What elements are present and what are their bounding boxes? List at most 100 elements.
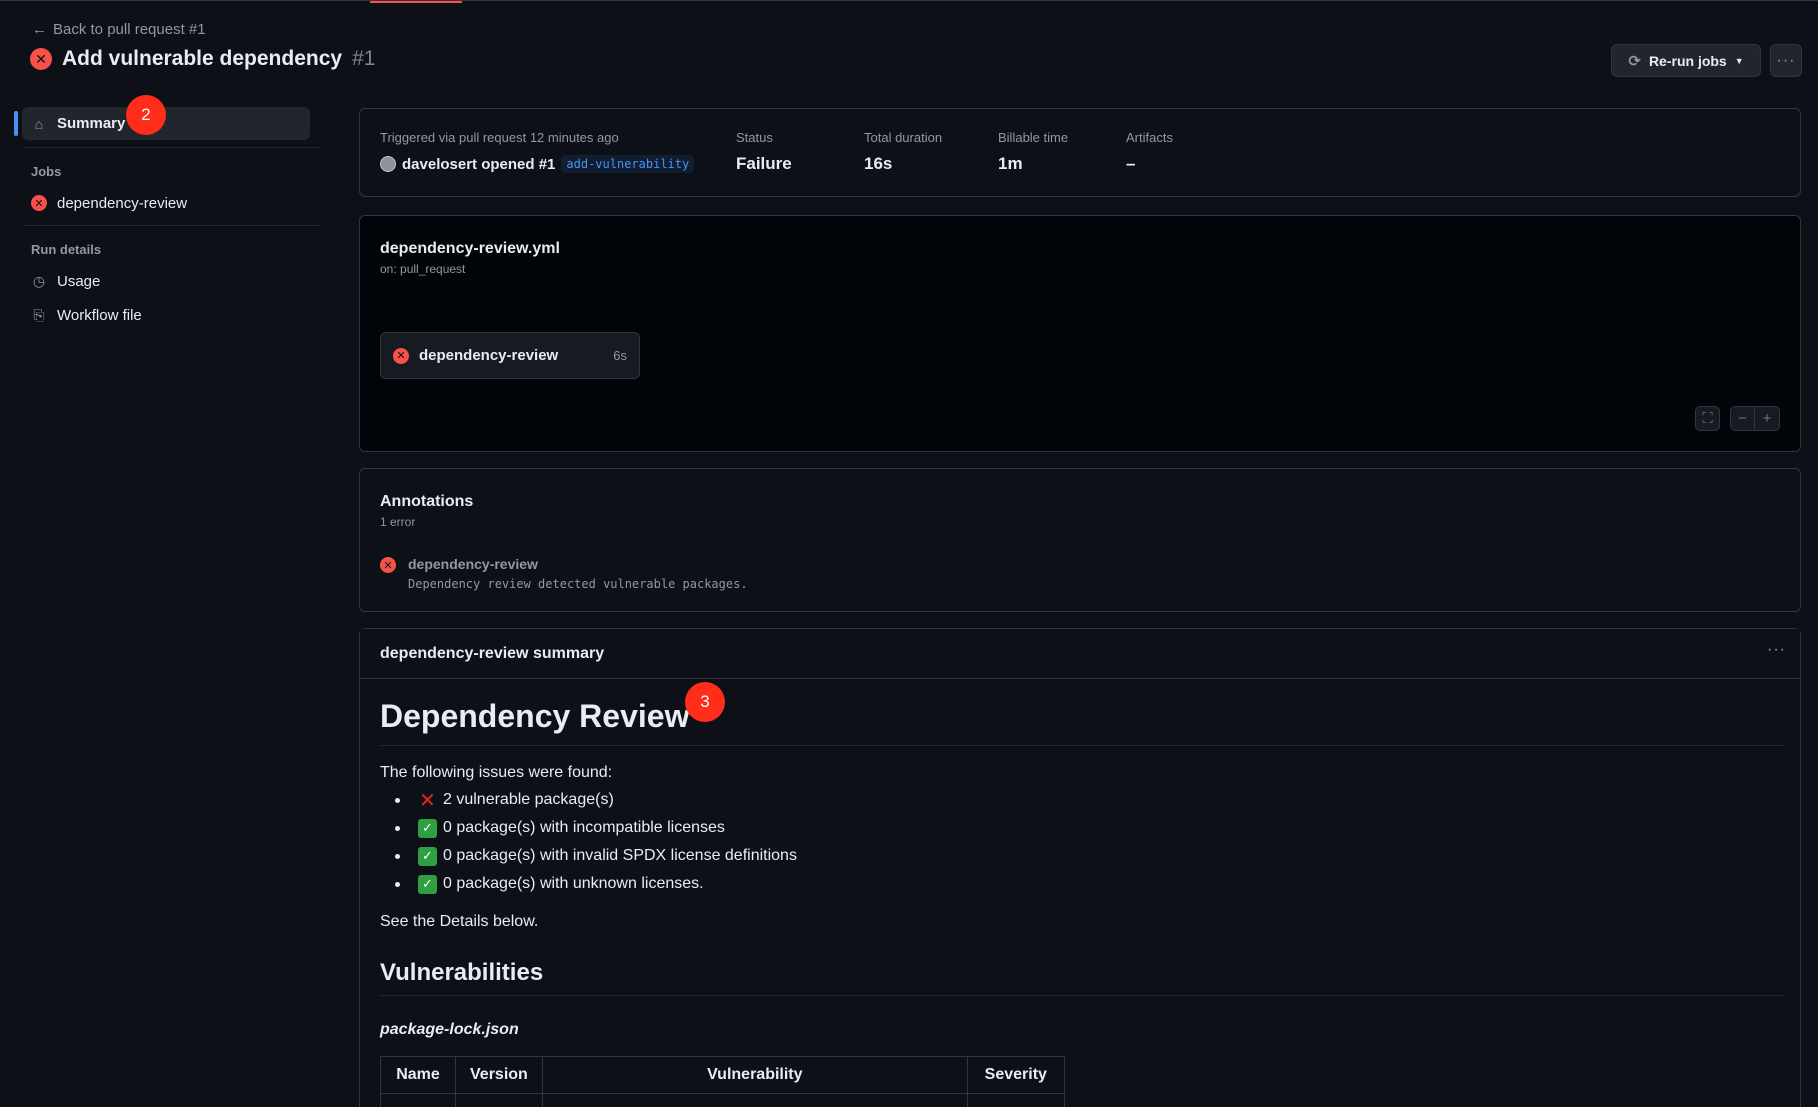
page-title: Add vulnerable dependency bbox=[62, 47, 343, 70]
summary-intro: The following issues were found: bbox=[380, 764, 613, 781]
bullet bbox=[395, 825, 400, 831]
workflow-run-page: ← Back to pull request #1 ✕ Add vulnerab… bbox=[0, 0, 1818, 1107]
run-details-heading: Run details bbox=[31, 242, 102, 257]
failure-icon: ✕ bbox=[380, 557, 396, 573]
column-header-severity: Severity bbox=[966, 1056, 1065, 1094]
list-item: ✓ 0 package(s) with invalid SPDX license… bbox=[395, 842, 797, 870]
sidebar-divider bbox=[24, 225, 320, 226]
kebab-icon: ··· bbox=[1767, 641, 1786, 658]
lockfile-name: package-lock.json bbox=[380, 1021, 519, 1038]
zoom-controls: − + bbox=[1730, 406, 1780, 431]
run-number: #1 bbox=[352, 47, 376, 70]
file-code-icon: ⎘ bbox=[33, 306, 45, 323]
summary-menu-button[interactable]: ··· bbox=[1767, 641, 1786, 659]
check-mark-icon: ✓ bbox=[418, 846, 437, 866]
version-cell bbox=[455, 1093, 543, 1107]
run-meta-card: Triggered via pull request 12 minutes ag… bbox=[359, 108, 1801, 197]
list-item: ✓ 0 package(s) with incompatible license… bbox=[395, 814, 797, 842]
zoom-in-button[interactable]: + bbox=[1755, 406, 1780, 431]
table-header-row: Name Version Vulnerability Severity bbox=[380, 1056, 1065, 1094]
job-node-dependency-review[interactable]: ✕ dependency-review 6s bbox=[380, 332, 640, 379]
workflow-file-name: dependency-review.yml bbox=[380, 240, 560, 257]
caret-down-icon: ▼ bbox=[1734, 55, 1744, 66]
heading-rule bbox=[380, 995, 1784, 996]
column-header-vulnerability: Vulnerability bbox=[541, 1056, 968, 1094]
step-marker-3: 3 bbox=[685, 682, 725, 722]
rerun-label: Re-run jobs bbox=[1648, 52, 1727, 69]
billable-value: 1m bbox=[998, 154, 1023, 173]
stopwatch-icon: ◷ bbox=[32, 272, 46, 289]
artifacts-value: – bbox=[1126, 154, 1136, 173]
failure-icon: ✕ bbox=[31, 195, 47, 211]
issues-list: ✕ 2 vulnerable package(s) ✓ 0 package(s)… bbox=[395, 786, 797, 898]
billable-label: Billable time bbox=[998, 130, 1069, 145]
step-marker-2: 2 bbox=[126, 95, 166, 135]
annotations-title: Annotations bbox=[380, 493, 474, 510]
bullet bbox=[395, 853, 400, 859]
sync-icon: ⟳ bbox=[1628, 52, 1641, 70]
sidebar-divider bbox=[24, 147, 320, 148]
branch-label[interactable]: add-vulnerability bbox=[561, 155, 695, 173]
bullet bbox=[395, 797, 400, 803]
active-indicator bbox=[14, 111, 18, 136]
trigger-text: Triggered via pull request 12 minutes ag… bbox=[380, 130, 619, 145]
issue-text: 0 package(s) with unknown licenses. bbox=[443, 875, 704, 892]
zoom-out-button[interactable]: − bbox=[1730, 406, 1755, 431]
issue-text: 0 package(s) with invalid SPDX license d… bbox=[443, 847, 797, 864]
sidebar-item-dependency-review[interactable]: ✕ dependency-review bbox=[14, 187, 320, 219]
rerun-jobs-button[interactable]: ⟳ Re-run jobs ▼ bbox=[1611, 44, 1761, 77]
severity-cell bbox=[966, 1093, 1065, 1107]
back-to-pr-link[interactable]: ← Back to pull request #1 bbox=[32, 21, 206, 38]
sidebar-item-label: Workflow file bbox=[57, 306, 142, 324]
status-value: Failure bbox=[736, 154, 792, 173]
page-title-row: ✕ Add vulnerable dependency #1 bbox=[30, 47, 375, 71]
package-name-cell[interactable] bbox=[380, 1093, 456, 1107]
list-item: ✓ 0 package(s) with unknown licenses. bbox=[395, 870, 797, 898]
job-duration: 6s bbox=[613, 348, 627, 363]
annotations-card: Annotations 1 error ✕ dependency-review … bbox=[359, 468, 1801, 612]
artifacts-label: Artifacts bbox=[1126, 130, 1173, 145]
kebab-icon: ··· bbox=[1776, 51, 1796, 69]
vulnerability-table: Name Version Vulnerability Severity bbox=[380, 1056, 1065, 1107]
annotation-item: ✕ dependency-review Dependency review de… bbox=[380, 556, 748, 591]
summary-heading: Dependency Review bbox=[380, 698, 690, 734]
annotation-job-link[interactable]: dependency-review bbox=[408, 556, 748, 572]
sidebar-item-usage[interactable]: ◷ Usage bbox=[14, 265, 320, 297]
failure-icon: ✕ bbox=[393, 347, 409, 364]
duration-column: Total duration 16s bbox=[864, 130, 942, 174]
annotation-message: Dependency review detected vulnerable pa… bbox=[408, 577, 748, 591]
vulnerabilities-heading: Vulnerabilities bbox=[380, 959, 544, 986]
failure-icon: ✕ bbox=[30, 48, 52, 70]
actor-text[interactable]: davelosert opened #1 bbox=[402, 156, 555, 173]
table-row bbox=[380, 1093, 1065, 1107]
tab-underline bbox=[370, 1, 462, 3]
sidebar-item-summary[interactable]: ⌂ Summary bbox=[14, 107, 310, 140]
summary-header: dependency-review summary bbox=[360, 629, 1800, 679]
avatar[interactable] bbox=[380, 156, 396, 172]
column-header-version: Version bbox=[455, 1056, 543, 1094]
workflow-graph-card: dependency-review.yml on: pull_request ✕… bbox=[359, 215, 1801, 452]
plus-icon: + bbox=[1762, 410, 1772, 427]
heading-rule bbox=[380, 745, 1784, 746]
artifacts-column: Artifacts – bbox=[1126, 130, 1173, 174]
fullscreen-control: ⛶ bbox=[1695, 406, 1720, 431]
sidebar-item-label: Summary bbox=[57, 115, 126, 132]
bullet bbox=[395, 881, 400, 887]
cross-mark-icon: ✕ bbox=[419, 789, 436, 812]
fullscreen-button[interactable]: ⛶ bbox=[1695, 406, 1720, 431]
job-node-label: dependency-review bbox=[419, 347, 559, 364]
sidebar-item-workflow-file[interactable]: ⎘ Workflow file bbox=[14, 299, 320, 331]
vulnerability-cell[interactable] bbox=[541, 1093, 968, 1107]
duration-value: 16s bbox=[864, 154, 893, 173]
see-details-text: See the Details below. bbox=[380, 913, 539, 930]
kebab-menu-button[interactable]: ··· bbox=[1770, 44, 1802, 77]
check-mark-icon: ✓ bbox=[418, 874, 437, 894]
billable-column: Billable time 1m bbox=[998, 130, 1068, 174]
status-column: Status Failure bbox=[736, 130, 792, 174]
status-label: Status bbox=[736, 130, 773, 145]
back-link-label: Back to pull request #1 bbox=[53, 21, 206, 38]
column-header-name: Name bbox=[380, 1056, 456, 1094]
check-mark-icon: ✓ bbox=[418, 818, 437, 838]
job-summary-card: dependency-review summary ··· Dependency… bbox=[359, 628, 1801, 1107]
duration-label: Total duration bbox=[864, 130, 943, 145]
